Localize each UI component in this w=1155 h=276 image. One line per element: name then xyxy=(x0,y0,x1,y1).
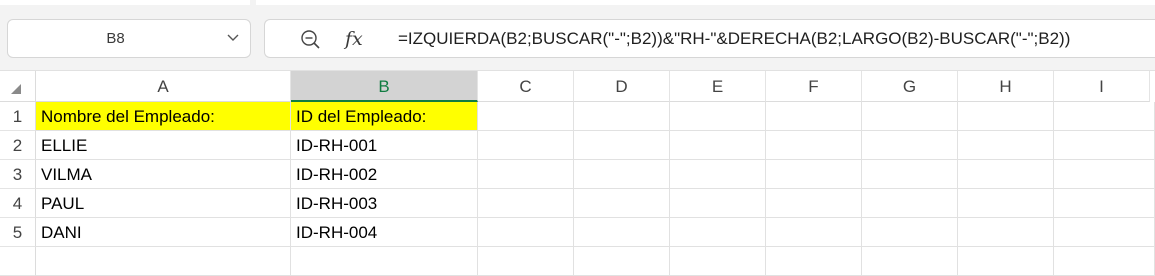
cell-g6[interactable] xyxy=(862,247,958,276)
cell-e5[interactable] xyxy=(670,218,766,247)
row-header-5[interactable]: 5 xyxy=(0,218,36,247)
column-header-f[interactable]: F xyxy=(766,71,862,102)
cell-d3[interactable] xyxy=(574,160,670,189)
column-header-e[interactable]: E xyxy=(670,71,766,102)
name-box[interactable]: B8 xyxy=(7,19,251,58)
cell-d1[interactable] xyxy=(574,102,670,131)
column-header-h[interactable]: H xyxy=(958,71,1054,102)
cell-b3[interactable]: ID-RH-002 xyxy=(291,160,478,189)
cell-c3[interactable] xyxy=(478,160,574,189)
cell-c1[interactable] xyxy=(478,102,574,131)
row-header-4[interactable]: 4 xyxy=(0,189,36,218)
cell-d5[interactable] xyxy=(574,218,670,247)
cell-f5[interactable] xyxy=(766,218,862,247)
select-all-icon[interactable] xyxy=(11,84,21,94)
cell-i2[interactable] xyxy=(1054,131,1155,160)
row-header-6[interactable] xyxy=(0,247,36,276)
cell-g3[interactable] xyxy=(862,160,958,189)
cell-e4[interactable] xyxy=(670,189,766,218)
column-header-d[interactable]: D xyxy=(574,71,670,102)
cell-b2[interactable]: ID-RH-001 xyxy=(291,131,478,160)
cell-h4[interactable] xyxy=(958,189,1054,218)
cell-h5[interactable] xyxy=(958,218,1054,247)
cell-e1[interactable] xyxy=(670,102,766,131)
cell-h1[interactable] xyxy=(958,102,1054,131)
cell-a4[interactable]: PAUL xyxy=(36,189,291,218)
cell-h2[interactable] xyxy=(958,131,1054,160)
cell-f6[interactable] xyxy=(766,247,862,276)
cell-a5[interactable]: DANI xyxy=(36,218,291,247)
select-all-button[interactable] xyxy=(0,71,36,102)
cell-c6[interactable] xyxy=(478,247,574,276)
column-header-c[interactable]: C xyxy=(478,71,574,102)
cell-e3[interactable] xyxy=(670,160,766,189)
cell-i4[interactable] xyxy=(1054,189,1155,218)
cell-i3[interactable] xyxy=(1054,160,1155,189)
cell-d4[interactable] xyxy=(574,189,670,218)
cell-h6[interactable] xyxy=(958,247,1054,276)
cell-e2[interactable] xyxy=(670,131,766,160)
cell-f3[interactable] xyxy=(766,160,862,189)
formula-area: B8 fx =IZQUIERDA(B2;BUSCAR("-";B2))&"RH-… xyxy=(0,0,1155,70)
cell-b6[interactable] xyxy=(291,247,478,276)
cell-f4[interactable] xyxy=(766,189,862,218)
cell-g2[interactable] xyxy=(862,131,958,160)
cell-c4[interactable] xyxy=(478,189,574,218)
column-header-i[interactable]: I xyxy=(1054,71,1150,102)
cell-b5[interactable]: ID-RH-004 xyxy=(291,218,478,247)
cell-i6[interactable] xyxy=(1054,247,1155,276)
name-box-value[interactable]: B8 xyxy=(8,20,223,57)
cell-f2[interactable] xyxy=(766,131,862,160)
chevron-down-icon[interactable] xyxy=(226,32,240,44)
fx-icon[interactable]: fx xyxy=(345,24,363,54)
row-header-3[interactable]: 3 xyxy=(0,160,36,189)
cell-c2[interactable] xyxy=(478,131,574,160)
cell-a1[interactable]: Nombre del Empleado: xyxy=(36,102,291,131)
cell-b4[interactable]: ID-RH-003 xyxy=(291,189,478,218)
cell-i5[interactable] xyxy=(1054,218,1155,247)
cell-d2[interactable] xyxy=(574,131,670,160)
ribbon-edge xyxy=(0,0,1155,6)
cell-f1[interactable] xyxy=(766,102,862,131)
cell-g5[interactable] xyxy=(862,218,958,247)
cell-h3[interactable] xyxy=(958,160,1054,189)
cell-a3[interactable]: VILMA xyxy=(36,160,291,189)
cell-b1[interactable]: ID del Empleado: xyxy=(291,102,478,131)
cell-i1[interactable] xyxy=(1054,102,1155,131)
zoom-out-icon[interactable] xyxy=(299,28,321,50)
cell-a6[interactable] xyxy=(36,247,291,276)
column-header-b[interactable]: B xyxy=(291,71,478,102)
column-header-g[interactable]: G xyxy=(862,71,958,102)
cell-d6[interactable] xyxy=(574,247,670,276)
row-header-1[interactable]: 1 xyxy=(0,102,36,131)
formula-bar[interactable]: fx =IZQUIERDA(B2;BUSCAR("-";B2))&"RH-"&D… xyxy=(264,19,1155,58)
cell-g4[interactable] xyxy=(862,189,958,218)
formula-input[interactable]: =IZQUIERDA(B2;BUSCAR("-";B2))&"RH-"&DERE… xyxy=(398,20,1070,57)
cell-e6[interactable] xyxy=(670,247,766,276)
row-header-2[interactable]: 2 xyxy=(0,131,36,160)
cell-a2[interactable]: ELLIE xyxy=(36,131,291,160)
cell-g1[interactable] xyxy=(862,102,958,131)
cell-c5[interactable] xyxy=(478,218,574,247)
column-header-a[interactable]: A xyxy=(36,71,291,102)
